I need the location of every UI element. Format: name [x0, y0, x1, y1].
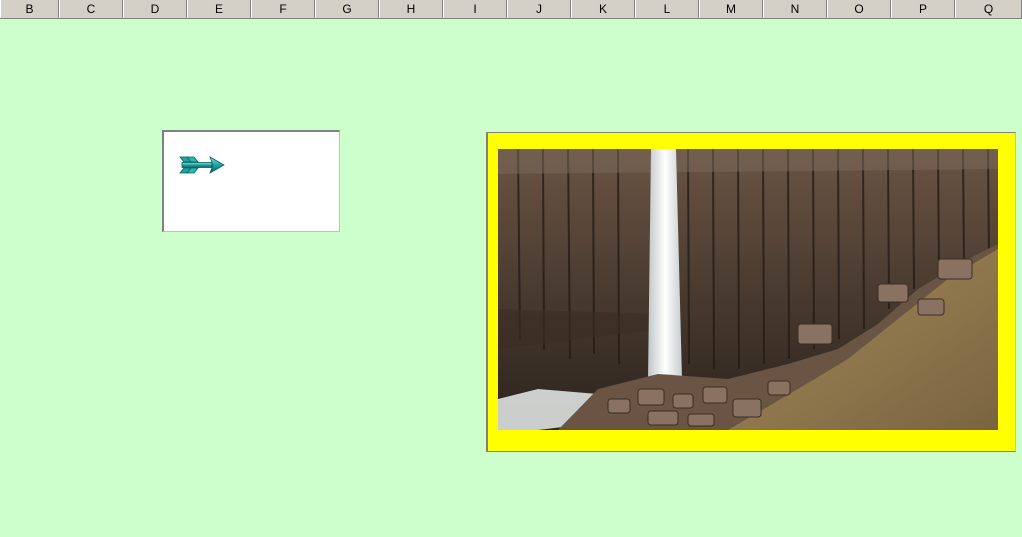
column-header-d[interactable]: D: [123, 0, 187, 18]
column-header-k[interactable]: K: [571, 0, 635, 18]
column-header-j[interactable]: J: [507, 0, 571, 18]
column-header-l[interactable]: L: [635, 0, 699, 18]
column-header-h[interactable]: H: [379, 0, 443, 18]
arrow-right-icon: [179, 156, 225, 174]
column-header-g[interactable]: G: [315, 0, 379, 18]
column-header-n[interactable]: N: [763, 0, 827, 18]
column-header-q[interactable]: Q: [955, 0, 1022, 18]
column-header-e[interactable]: E: [187, 0, 251, 18]
column-header-row: BCDEFGHIJKLMNOPQ: [0, 0, 1022, 19]
waterfall-photo-icon: [498, 149, 998, 430]
column-header-i[interactable]: I: [443, 0, 507, 18]
column-header-b[interactable]: B: [0, 0, 59, 18]
picture-frame[interactable]: [486, 132, 1016, 452]
column-header-p[interactable]: P: [891, 0, 955, 18]
column-header-c[interactable]: C: [59, 0, 123, 18]
text-box[interactable]: [162, 130, 340, 232]
column-header-o[interactable]: O: [827, 0, 891, 18]
column-header-m[interactable]: M: [699, 0, 763, 18]
column-header-f[interactable]: F: [251, 0, 315, 18]
